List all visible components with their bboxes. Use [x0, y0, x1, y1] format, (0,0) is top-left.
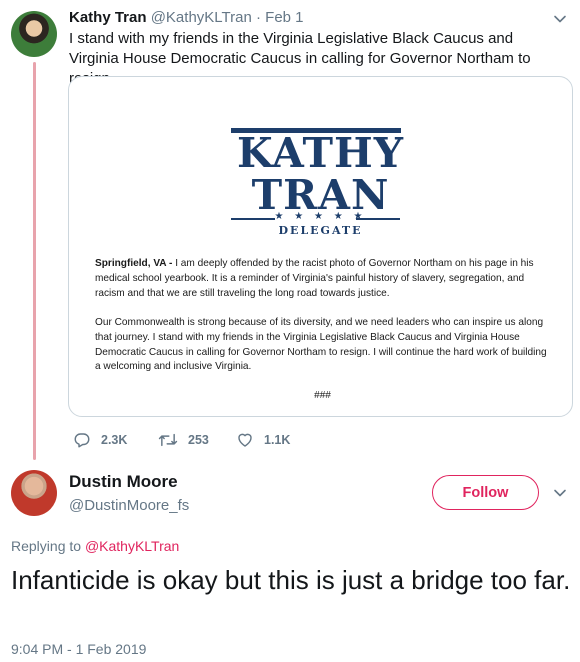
- release-end-mark: ###: [314, 389, 331, 401]
- author-handle[interactable]: @KathyKLTran: [151, 9, 252, 26]
- avatar[interactable]: [11, 470, 57, 516]
- release-dateline: Springfield, VA -: [95, 258, 173, 269]
- avatar[interactable]: [11, 11, 57, 57]
- like-count: 1.1K: [264, 433, 291, 447]
- reply-icon: [73, 431, 101, 449]
- release-paragraph-1: Springfield, VA - I am deeply offended b…: [95, 257, 550, 301]
- follow-button[interactable]: Follow: [432, 475, 539, 510]
- tweet-header: Kathy Tran @KathyKLTran · Feb 1: [69, 8, 304, 28]
- replying-to-line: Replying to @KathyKLTran: [11, 537, 179, 555]
- release-paragraph-2: Our Commonwealth is strong because of it…: [95, 316, 547, 373]
- thread-connector-line: [33, 62, 36, 460]
- reply-count: 2.3K: [101, 433, 128, 447]
- press-release: Springfield, VA - I am deeply offended b…: [95, 257, 550, 416]
- retweet-icon: [158, 431, 188, 449]
- chevron-down-icon[interactable]: [553, 12, 567, 26]
- mention-link[interactable]: @KathyKLTran: [85, 538, 179, 554]
- heart-icon: [236, 431, 264, 449]
- logo-subtitle: DELEGATE: [278, 224, 363, 237]
- separator-dot: ·: [255, 9, 261, 26]
- tweet-text: Infanticide is okay but this is just a b…: [11, 565, 571, 595]
- replying-to-prefix: Replying to: [11, 538, 82, 554]
- author-handle[interactable]: @DustinMoore_fs: [69, 496, 189, 516]
- author-name[interactable]: Dustin Moore: [69, 471, 178, 493]
- tweet-media-image[interactable]: KATHY TRAN ★ ★ ★ ★ ★ DELEGATE Springfiel…: [68, 76, 573, 417]
- chevron-down-icon[interactable]: [553, 486, 567, 500]
- reply-button[interactable]: 2.3K: [73, 431, 158, 449]
- like-button[interactable]: 1.1K: [236, 431, 316, 449]
- logo-rule-right: [356, 218, 400, 220]
- author-name[interactable]: Kathy Tran: [69, 9, 147, 26]
- logo-stars: ★ ★ ★ ★ ★: [274, 211, 367, 222]
- tweet-date[interactable]: Feb 1: [265, 9, 303, 26]
- retweet-count: 253: [188, 433, 209, 447]
- tweet-timestamp[interactable]: 9:04 PM - 1 Feb 2019: [11, 640, 146, 658]
- tweet-action-bar: 2.3K 253 1.1K: [73, 430, 316, 450]
- logo-name-first: KATHY: [236, 129, 405, 177]
- retweet-button[interactable]: 253: [158, 431, 236, 449]
